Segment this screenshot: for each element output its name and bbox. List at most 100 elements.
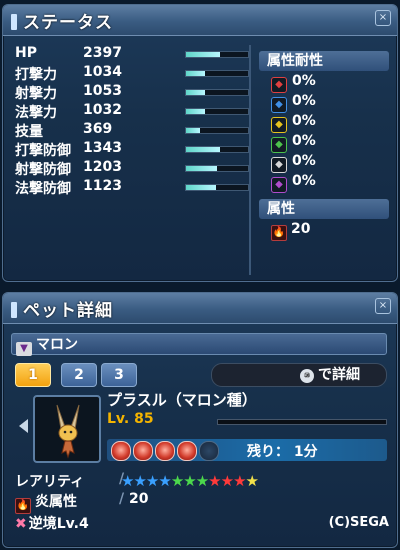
rarity-star-icon: ★ (121, 472, 134, 490)
stat-bar (185, 70, 249, 77)
stat-name: HP (15, 45, 37, 61)
resist-value: 0% (292, 133, 316, 149)
pet-portrait (33, 395, 101, 463)
status-panel: ステータス × HP 2397 打撃力 1034 射撃力 1053 法撃力 1032 技量 369… (2, 4, 398, 282)
stat-value: 1123 (83, 178, 122, 194)
resist-row: ◆ 0% (271, 93, 316, 113)
resist-row: ◆ 0% (271, 113, 316, 133)
pet-panel-header: ペット詳細 × (3, 293, 397, 324)
rarity-star-icon: ★ (233, 472, 246, 490)
ice-resist-icon: ◆ (271, 97, 287, 113)
pet-close-button[interactable]: × (375, 298, 391, 314)
resist-value: 0% (292, 173, 316, 189)
filled-stone-icon (133, 441, 153, 461)
stat-bar (185, 51, 249, 58)
button-10-icon: ⑩ (300, 369, 314, 383)
filled-stone-icon (155, 441, 175, 461)
resist-value: 0% (292, 73, 316, 89)
stat-bar (185, 184, 249, 191)
dark-resist-icon: ◆ (271, 177, 287, 193)
stat-name: 法撃防御 (15, 181, 71, 197)
rarity-star-icon: ★ (208, 472, 221, 490)
trait-label: 逆境Lv.4 (28, 516, 89, 532)
stat-value: 1034 (83, 64, 122, 80)
element-label: 炎属性 (35, 494, 77, 510)
light-resist-icon: ◆ (271, 157, 287, 173)
stat-value: 1203 (83, 159, 122, 175)
trait-row: ✖ 逆境Lv.4 (15, 513, 89, 533)
pet-species-name: プラスル（マロン種） (107, 391, 257, 409)
trait-icon: ✖ (15, 516, 27, 532)
stat-value: 2397 (83, 45, 122, 61)
stat-bar (185, 127, 249, 134)
attribute-value: 20 (291, 221, 311, 237)
element-value: 20 (129, 491, 149, 507)
rarity-star-icon: ★ (195, 472, 209, 490)
stat-name: 打撃力 (15, 67, 57, 83)
status-panel-header: ステータス × (3, 5, 397, 36)
stat-name: 射撃力 (15, 86, 57, 102)
stone-row: 残り： 1分 (107, 439, 387, 461)
empty-stone-icon (199, 441, 219, 461)
resist-row: ◆ 0% (271, 153, 316, 173)
tab-2[interactable]: 2 (61, 363, 97, 387)
status-panel-title: ステータス (11, 8, 113, 33)
rarity-label: レアリティ (15, 474, 85, 490)
stat-value: 369 (83, 121, 113, 137)
remaining-time: 残り： 1分 (247, 444, 318, 460)
pet-level: Lv. 85 (107, 411, 154, 427)
pet-panel-title: ペット詳細 (11, 296, 113, 321)
stat-name: 技量 (15, 124, 43, 140)
element-slash: / (119, 491, 125, 507)
resist-value: 0% (292, 93, 316, 109)
status-divider (249, 45, 251, 275)
lightning-resist-icon: ◆ (271, 117, 287, 133)
tab-1[interactable]: 1 (15, 363, 51, 387)
resist-row: ◆ 0% (271, 133, 316, 153)
resist-row: ◆ 0% (271, 73, 316, 93)
rarity-star-icon: ★ (158, 472, 171, 490)
stat-name: 打撃防御 (15, 143, 71, 159)
resist-value: 0% (292, 153, 316, 169)
pet-label: マロン (36, 337, 78, 353)
detail-label: で詳細 (318, 367, 360, 383)
stat-bar (185, 108, 249, 115)
detail-button[interactable]: ⑩ で詳細 (211, 363, 387, 387)
status-close-button[interactable]: × (375, 10, 391, 26)
resist-header: 属性耐性 (259, 51, 389, 71)
rarity-star-icon: ★ (220, 472, 234, 490)
wind-resist-icon: ◆ (271, 137, 287, 153)
rarity-star-icon: ★ (145, 472, 159, 490)
filled-stone-icon (111, 441, 131, 461)
level-progress-bar (217, 419, 387, 425)
stat-value: 1053 (83, 83, 122, 99)
fire-resist-icon: ◆ (271, 77, 287, 93)
pet-panel: ペット詳細 × ▼ マロン 1 2 3 ⑩ で詳細 プラスル（マロン種） Lv. 8… (2, 292, 398, 548)
copyright: (C)SEGA (328, 515, 389, 530)
resist-row: ◆ 0% (271, 173, 316, 193)
stat-bar (185, 165, 249, 172)
prev-pet-arrow-icon[interactable] (19, 419, 28, 433)
rarity-star-icon: ★ (183, 472, 196, 490)
rarity-star-icon: ★ (245, 472, 259, 490)
stat-name: 射撃防御 (15, 162, 71, 178)
pet-name-bar: ▼ マロン (11, 333, 387, 356)
stat-bar (185, 146, 249, 153)
rarity-star-icon: ★ (133, 472, 146, 490)
fire-element-icon: 🔥 (15, 498, 31, 514)
stat-value: 1343 (83, 140, 122, 156)
rarity-star-icon: ★ (170, 472, 184, 490)
resist-value: 0% (292, 113, 316, 129)
pet-creature-icon (56, 404, 80, 459)
stat-name: 法撃力 (15, 105, 57, 121)
attribute-row: 🔥 20 (271, 221, 311, 241)
filled-stone-icon (177, 441, 197, 461)
stat-bar (185, 89, 249, 96)
attribute-header: 属性 (259, 199, 389, 219)
stat-value: 1032 (83, 102, 122, 118)
pet-icon: ▼ (16, 342, 32, 356)
element-row: 🔥 炎属性 (15, 491, 77, 514)
fire-icon: 🔥 (271, 225, 287, 241)
tab-3[interactable]: 3 (101, 363, 137, 387)
rarity-stars: ★★★★★★★★★★★ (121, 472, 259, 490)
